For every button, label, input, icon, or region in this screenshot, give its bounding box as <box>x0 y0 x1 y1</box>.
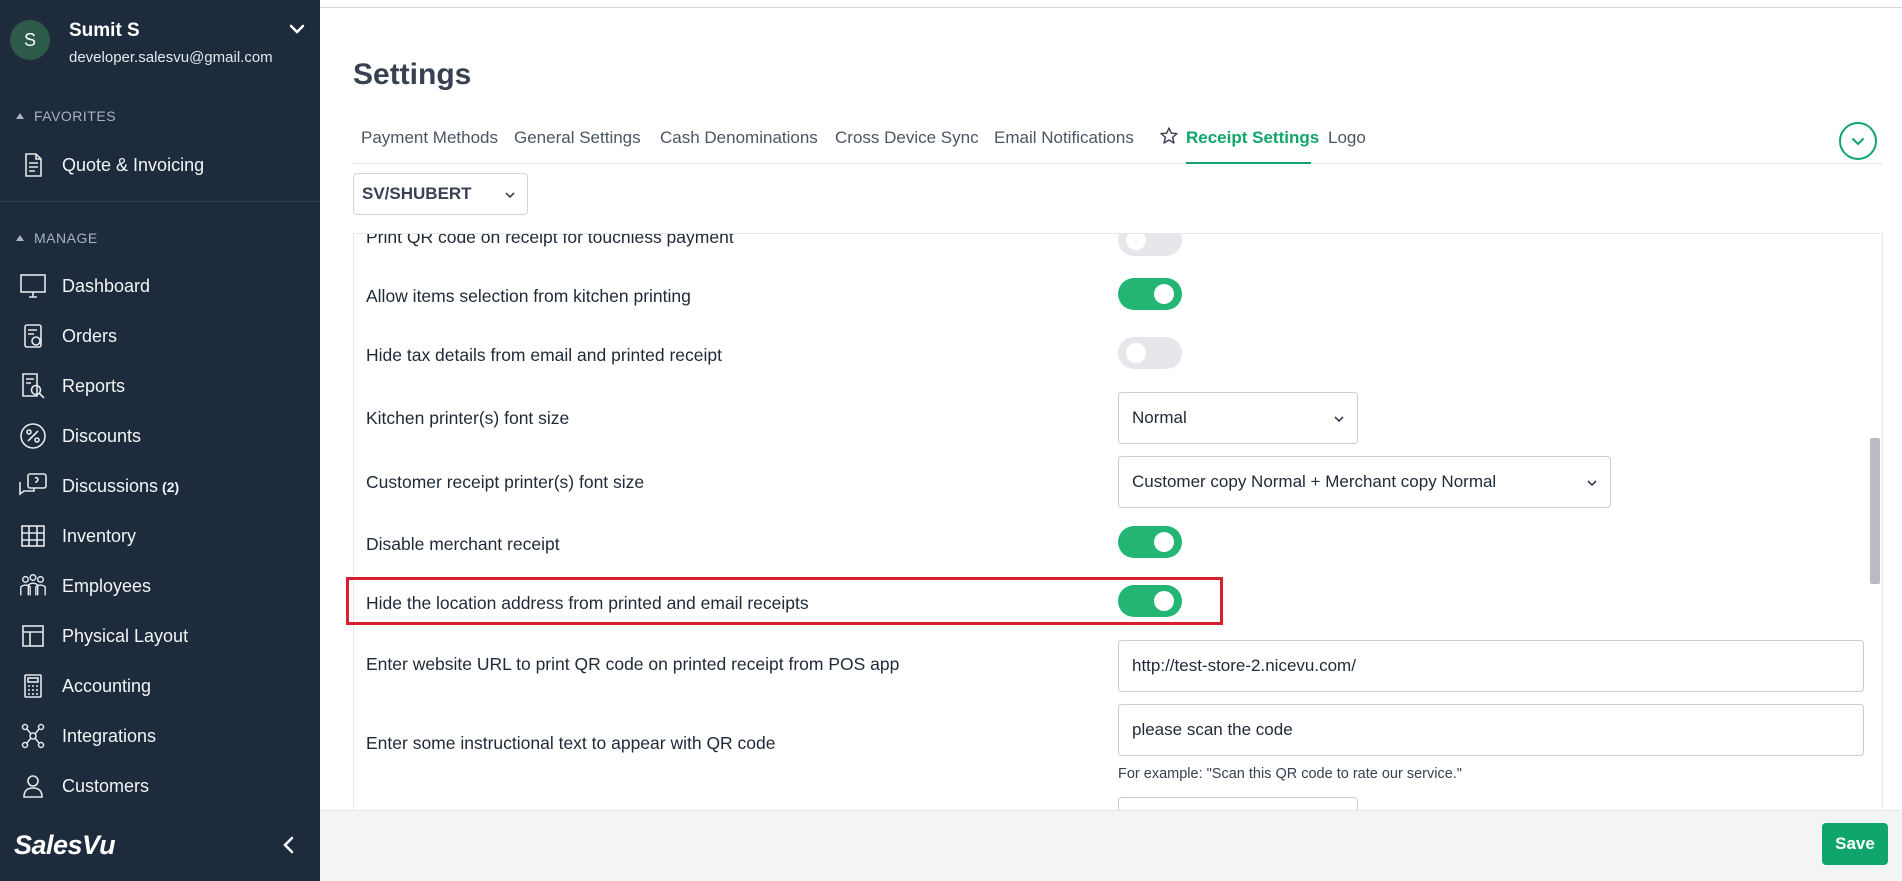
discussions-badge: (2) <box>162 478 180 495</box>
kitchen-font-label: Kitchen printer(s) font size <box>366 408 570 428</box>
kitchen-font-value: Normal <box>1132 408 1187 427</box>
monitor-icon <box>18 271 48 301</box>
sidebar-item-label: Inventory <box>62 525 137 546</box>
kitchen-selection-toggle[interactable] <box>1118 278 1182 310</box>
chevron-down-icon[interactable] <box>286 18 308 40</box>
sidebar-item-label: Reports <box>62 375 126 396</box>
favorites-header[interactable]: FAVORITES <box>16 108 116 124</box>
user-profile[interactable]: S Sumit S developer.salesvu@gmail.com <box>0 0 320 84</box>
layout-icon <box>18 621 48 651</box>
sidebar: S Sumit S developer.salesvu@gmail.com FA… <box>0 0 320 881</box>
tab-receipt-settings[interactable]: Receipt Settings <box>1186 128 1319 148</box>
expand-button[interactable] <box>1839 122 1877 160</box>
location-select-value: SV/SHUBERT <box>362 184 472 203</box>
employees-icon <box>18 571 48 601</box>
sidebar-item-label: Employees <box>62 575 152 596</box>
avatar: S <box>10 20 50 60</box>
sidebar-item-label: Accounting <box>62 675 152 696</box>
chat-icon <box>18 471 48 501</box>
star-icon[interactable] <box>1159 126 1179 146</box>
save-button[interactable]: Save <box>1822 823 1888 865</box>
chevron-down-icon <box>1586 477 1598 489</box>
collapse-sidebar-icon[interactable] <box>276 832 302 858</box>
user-email: developer.salesvu@gmail.com <box>69 49 273 66</box>
scrollbar[interactable] <box>1870 438 1880 584</box>
sidebar-item-physical-layout[interactable]: Physical Layout <box>0 614 320 658</box>
collapse-triangle-icon <box>16 113 24 119</box>
highlight-box <box>346 577 1223 625</box>
tab-email-notifications[interactable]: Email Notifications <box>994 128 1134 148</box>
hide-tax-toggle[interactable] <box>1118 337 1182 369</box>
sidebar-item-orders[interactable]: Orders <box>0 314 320 358</box>
qr-touchless-label: Print QR code on receipt for touchless p… <box>366 233 734 247</box>
divider <box>0 201 320 202</box>
qr-text-value: please scan the code <box>1132 720 1293 739</box>
sidebar-item-label: Integrations <box>62 725 157 746</box>
calculator-icon <box>18 671 48 701</box>
sidebar-item-reports[interactable]: Reports <box>0 364 320 408</box>
active-tab-indicator <box>1186 162 1311 164</box>
sidebar-item-label: Physical Layout <box>62 625 189 646</box>
tab-cross-device-sync[interactable]: Cross Device Sync <box>835 128 979 148</box>
website-url-input[interactable]: http://test-store-2.nicevu.com/ <box>1118 640 1864 692</box>
sidebar-item-label: Orders <box>62 325 118 346</box>
footer-bar <box>320 810 1902 881</box>
sidebar-item-label: Discounts <box>62 425 142 446</box>
website-url-label: Enter website URL to print QR code on pr… <box>366 654 900 674</box>
manage-header[interactable]: MANAGE <box>16 230 98 246</box>
sidebar-item-dashboard[interactable]: Dashboard <box>0 264 320 308</box>
chevron-down-icon <box>1333 413 1345 425</box>
sidebar-item-label: Quote & Invoicing <box>62 154 205 175</box>
sidebar-item-label: Discussions (2) <box>62 475 180 496</box>
sidebar-item-accounting[interactable]: Accounting <box>0 664 320 708</box>
sidebar-item-employees[interactable]: Employees <box>0 564 320 608</box>
page-title: Settings <box>353 58 472 91</box>
qr-touchless-toggle[interactable] <box>1118 234 1182 256</box>
settings-tabs: Payment Methods General Settings Cash De… <box>353 120 1883 164</box>
hide-tax-label: Hide tax details from email and printed … <box>366 345 723 365</box>
customer-font-value: Customer copy Normal + Merchant copy Nor… <box>1132 472 1497 491</box>
reports-icon <box>18 371 48 401</box>
orders-icon <box>18 321 48 351</box>
sidebar-item-discussions[interactable]: Discussions (2) <box>0 464 320 508</box>
disable-merchant-toggle[interactable] <box>1118 526 1182 558</box>
percent-icon <box>18 421 48 451</box>
partial-select[interactable] <box>1118 797 1358 810</box>
tab-logo[interactable]: Logo <box>1328 128 1366 148</box>
sidebar-item-inventory[interactable]: Inventory <box>0 514 320 558</box>
customer-font-select[interactable]: Customer copy Normal + Merchant copy Nor… <box>1118 456 1611 508</box>
chevron-down-icon <box>503 188 517 202</box>
document-icon <box>18 150 48 180</box>
kitchen-font-select[interactable]: Normal <box>1118 392 1358 444</box>
top-border <box>320 7 1902 8</box>
sidebar-item-integrations[interactable]: Integrations <box>0 714 320 758</box>
customer-font-label: Customer receipt printer(s) font size <box>366 472 645 492</box>
integrations-icon <box>18 721 48 751</box>
location-select[interactable]: SV/SHUBERT <box>353 173 528 215</box>
collapse-triangle-icon <box>16 235 24 241</box>
sidebar-item-quote-invoicing[interactable]: Quote & Invoicing <box>0 143 320 187</box>
customer-icon <box>18 771 48 801</box>
sidebar-item-label: Dashboard <box>62 275 151 296</box>
chevron-down-icon <box>1849 132 1867 150</box>
user-name: Sumit S <box>69 20 140 41</box>
disable-merchant-label: Disable merchant receipt <box>366 534 560 554</box>
qr-text-label: Enter some instructional text to appear … <box>366 733 776 753</box>
website-url-value: http://test-store-2.nicevu.com/ <box>1132 656 1356 675</box>
inventory-icon <box>18 521 48 551</box>
qr-text-hint: For example: "Scan this QR code to rate … <box>1118 766 1462 782</box>
sidebar-item-label: Customers <box>62 775 150 796</box>
sidebar-item-discounts[interactable]: Discounts <box>0 414 320 458</box>
tab-general-settings[interactable]: General Settings <box>514 128 641 148</box>
tab-cash-denominations[interactable]: Cash Denominations <box>660 128 818 148</box>
tab-payment-methods[interactable]: Payment Methods <box>361 128 498 148</box>
receipt-settings-panel[interactable]: Print QR code on receipt for touchless p… <box>353 233 1883 810</box>
qr-text-input[interactable]: please scan the code <box>1118 704 1864 756</box>
kitchen-selection-label: Allow items selection from kitchen print… <box>366 286 691 306</box>
brand-logo: SalesVu <box>14 830 116 860</box>
sidebar-item-customers[interactable]: Customers <box>0 764 320 808</box>
